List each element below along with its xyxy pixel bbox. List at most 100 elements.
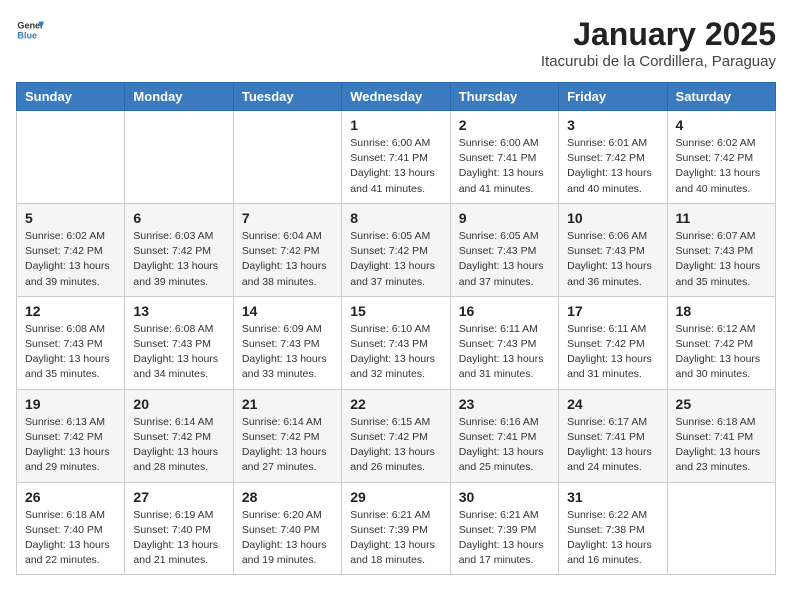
- calendar-cell: 23Sunrise: 6:16 AMSunset: 7:41 PMDayligh…: [450, 389, 558, 482]
- day-info: Sunrise: 6:16 AMSunset: 7:41 PMDaylight:…: [459, 415, 550, 476]
- calendar-cell: 9 Sunrise: 6:05 AMSunset: 7:43 PMDaylight…: [450, 203, 558, 296]
- day-info: Sunrise: 6:21 AMSunset: 7:39 PMDaylight:…: [459, 508, 550, 569]
- day-number: 11: [676, 210, 767, 226]
- calendar-cell: 30 Sunrise: 6:21 AMSunset: 7:39 PMDayligh…: [450, 482, 558, 575]
- day-number: 19: [25, 396, 116, 412]
- day-info: Sunrise: 6:14 AMSunset: 7:42 PMDaylight:…: [133, 415, 224, 476]
- calendar-cell: 26 Sunrise: 6:18 AMSunset: 7:40 PMDayligh…: [17, 482, 125, 575]
- day-info: Sunrise: 6:11 AMSunset: 7:42 PMDaylight:…: [567, 322, 658, 383]
- calendar-cell: [233, 111, 341, 204]
- day-number: 22: [350, 396, 441, 412]
- weekday-header-tuesday: Tuesday: [233, 83, 341, 111]
- logo-icon: General Blue: [16, 16, 44, 44]
- day-number: 18: [676, 303, 767, 319]
- weekday-header-row: SundayMondayTuesdayWednesdayThursdayFrid…: [17, 83, 776, 111]
- day-info: Sunrise: 6:06 AMSunset: 7:43 PMDaylight:…: [567, 229, 658, 290]
- day-info: Sunrise: 6:00 AMSunset: 7:41 PMDaylight:…: [350, 136, 441, 197]
- day-info: Sunrise: 6:22 AMSunset: 7:38 PMDaylight:…: [567, 508, 658, 569]
- calendar-cell: 20 Sunrise: 6:14 AMSunset: 7:42 PMDayligh…: [125, 389, 233, 482]
- day-info: Sunrise: 6:13 AMSunset: 7:42 PMDaylight:…: [25, 415, 116, 476]
- day-info: Sunrise: 6:04 AMSunset: 7:42 PMDaylight:…: [242, 229, 333, 290]
- day-number: 17: [567, 303, 658, 319]
- calendar-cell: 21 Sunrise: 6:14 AMSunset: 7:42 PMDayligh…: [233, 389, 341, 482]
- calendar-cell: 22Sunrise: 6:15 AMSunset: 7:42 PMDayligh…: [342, 389, 450, 482]
- day-info: Sunrise: 6:08 AMSunset: 7:43 PMDaylight:…: [25, 322, 116, 383]
- day-info: Sunrise: 6:12 AMSunset: 7:42 PMDaylight:…: [676, 322, 767, 383]
- day-number: 10: [567, 210, 658, 226]
- day-info: Sunrise: 6:03 AMSunset: 7:42 PMDaylight:…: [133, 229, 224, 290]
- week-row-2: 5 Sunrise: 6:02 AMSunset: 7:42 PMDaylight…: [17, 203, 776, 296]
- day-number: 9: [459, 210, 550, 226]
- day-info: Sunrise: 6:10 AMSunset: 7:43 PMDaylight:…: [350, 322, 441, 383]
- calendar-cell: 29 Sunrise: 6:21 AMSunset: 7:39 PMDayligh…: [342, 482, 450, 575]
- day-info: Sunrise: 6:18 AMSunset: 7:41 PMDaylight:…: [676, 415, 767, 476]
- day-info: Sunrise: 6:07 AMSunset: 7:43 PMDaylight:…: [676, 229, 767, 290]
- day-number: 4: [676, 117, 767, 133]
- day-info: Sunrise: 6:21 AMSunset: 7:39 PMDaylight:…: [350, 508, 441, 569]
- calendar-cell: 5 Sunrise: 6:02 AMSunset: 7:42 PMDaylight…: [17, 203, 125, 296]
- day-number: 31: [567, 489, 658, 505]
- day-number: 3: [567, 117, 658, 133]
- weekday-header-sunday: Sunday: [17, 83, 125, 111]
- calendar-cell: 14Sunrise: 6:09 AMSunset: 7:43 PMDayligh…: [233, 296, 341, 389]
- day-info: Sunrise: 6:09 AMSunset: 7:43 PMDaylight:…: [242, 322, 333, 383]
- week-row-1: 1 Sunrise: 6:00 AMSunset: 7:41 PMDaylight…: [17, 111, 776, 204]
- weekday-header-thursday: Thursday: [450, 83, 558, 111]
- day-number: 30: [459, 489, 550, 505]
- day-number: 21: [242, 396, 333, 412]
- calendar-cell: 18 Sunrise: 6:12 AMSunset: 7:42 PMDayligh…: [667, 296, 775, 389]
- day-info: Sunrise: 6:01 AMSunset: 7:42 PMDaylight:…: [567, 136, 658, 197]
- day-info: Sunrise: 6:05 AMSunset: 7:43 PMDaylight:…: [459, 229, 550, 290]
- day-info: Sunrise: 6:18 AMSunset: 7:40 PMDaylight:…: [25, 508, 116, 569]
- day-number: 5: [25, 210, 116, 226]
- calendar-cell: 27Sunrise: 6:19 AMSunset: 7:40 PMDayligh…: [125, 482, 233, 575]
- day-number: 26: [25, 489, 116, 505]
- calendar-cell: 19 Sunrise: 6:13 AMSunset: 7:42 PMDayligh…: [17, 389, 125, 482]
- calendar-cell: 13 Sunrise: 6:08 AMSunset: 7:43 PMDayligh…: [125, 296, 233, 389]
- calendar-cell: 15Sunrise: 6:10 AMSunset: 7:43 PMDayligh…: [342, 296, 450, 389]
- title-section: January 2025 Itacurubi de la Cordillera,…: [541, 16, 776, 70]
- calendar-cell: 4 Sunrise: 6:02 AMSunset: 7:42 PMDaylight…: [667, 111, 775, 204]
- logo: General Blue: [16, 16, 44, 44]
- week-row-3: 12Sunrise: 6:08 AMSunset: 7:43 PMDayligh…: [17, 296, 776, 389]
- calendar-cell: 8 Sunrise: 6:05 AMSunset: 7:42 PMDaylight…: [342, 203, 450, 296]
- month-title: January 2025: [541, 16, 776, 53]
- week-row-4: 19 Sunrise: 6:13 AMSunset: 7:42 PMDayligh…: [17, 389, 776, 482]
- day-number: 1: [350, 117, 441, 133]
- calendar-cell: 16Sunrise: 6:11 AMSunset: 7:43 PMDayligh…: [450, 296, 558, 389]
- calendar-table: SundayMondayTuesdayWednesdayThursdayFrid…: [16, 82, 776, 575]
- calendar-cell: 11 Sunrise: 6:07 AMSunset: 7:43 PMDayligh…: [667, 203, 775, 296]
- day-number: 6: [133, 210, 224, 226]
- day-number: 24: [567, 396, 658, 412]
- day-info: Sunrise: 6:02 AMSunset: 7:42 PMDaylight:…: [676, 136, 767, 197]
- day-number: 8: [350, 210, 441, 226]
- day-info: Sunrise: 6:14 AMSunset: 7:42 PMDaylight:…: [242, 415, 333, 476]
- day-number: 7: [242, 210, 333, 226]
- svg-text:Blue: Blue: [17, 30, 37, 40]
- day-number: 25: [676, 396, 767, 412]
- day-number: 20: [133, 396, 224, 412]
- calendar-cell: 7 Sunrise: 6:04 AMSunset: 7:42 PMDaylight…: [233, 203, 341, 296]
- day-number: 29: [350, 489, 441, 505]
- week-row-5: 26 Sunrise: 6:18 AMSunset: 7:40 PMDayligh…: [17, 482, 776, 575]
- day-info: Sunrise: 6:19 AMSunset: 7:40 PMDaylight:…: [133, 508, 224, 569]
- calendar-cell: 12Sunrise: 6:08 AMSunset: 7:43 PMDayligh…: [17, 296, 125, 389]
- calendar-cell: 28Sunrise: 6:20 AMSunset: 7:40 PMDayligh…: [233, 482, 341, 575]
- calendar-cell: 2 Sunrise: 6:00 AMSunset: 7:41 PMDaylight…: [450, 111, 558, 204]
- calendar-cell: 6 Sunrise: 6:03 AMSunset: 7:42 PMDaylight…: [125, 203, 233, 296]
- calendar-cell: 3 Sunrise: 6:01 AMSunset: 7:42 PMDaylight…: [559, 111, 667, 204]
- day-number: 2: [459, 117, 550, 133]
- day-info: Sunrise: 6:11 AMSunset: 7:43 PMDaylight:…: [459, 322, 550, 383]
- calendar-cell: 10 Sunrise: 6:06 AMSunset: 7:43 PMDayligh…: [559, 203, 667, 296]
- day-info: Sunrise: 6:05 AMSunset: 7:42 PMDaylight:…: [350, 229, 441, 290]
- calendar-cell: 24Sunrise: 6:17 AMSunset: 7:41 PMDayligh…: [559, 389, 667, 482]
- calendar-cell: 1 Sunrise: 6:00 AMSunset: 7:41 PMDaylight…: [342, 111, 450, 204]
- day-number: 13: [133, 303, 224, 319]
- day-info: Sunrise: 6:02 AMSunset: 7:42 PMDaylight:…: [25, 229, 116, 290]
- day-info: Sunrise: 6:08 AMSunset: 7:43 PMDaylight:…: [133, 322, 224, 383]
- calendar-cell: [17, 111, 125, 204]
- day-info: Sunrise: 6:00 AMSunset: 7:41 PMDaylight:…: [459, 136, 550, 197]
- day-number: 28: [242, 489, 333, 505]
- location-title: Itacurubi de la Cordillera, Paraguay: [541, 53, 776, 70]
- calendar-cell: 31 Sunrise: 6:22 AMSunset: 7:38 PMDayligh…: [559, 482, 667, 575]
